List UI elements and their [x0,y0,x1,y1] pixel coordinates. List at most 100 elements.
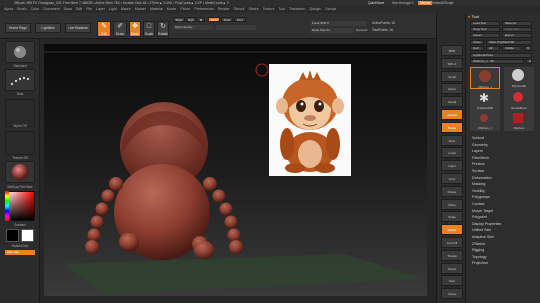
tool-section-display-properties[interactable]: Display Properties [466,221,540,228]
make-polymesh-button[interactable]: Make PolyMesh3D [486,40,532,45]
tool-section-morph-target[interactable]: Morph Target [466,208,540,215]
tool-section-subtool[interactable]: Subtool [466,135,540,142]
zadd-button[interactable]: Zadd [208,17,220,22]
tool-thumb-simplebrush[interactable]: SimpleBrush [504,89,534,111]
z-intensity-slider[interactable] [216,25,256,30]
tool-thumb-zsphere-1[interactable]: ZSphere_1 [470,67,500,89]
tool-section-visibility[interactable]: Visibility [466,188,540,195]
menu-zscript[interactable]: Zscript [325,7,336,11]
tray-lsym-button[interactable]: LSym [441,160,463,172]
menu-preferences[interactable]: Preferences [194,7,213,11]
lightbox-tools-button[interactable]: Lightbox▸Tools [470,53,532,58]
copy-tool-button[interactable]: Copy Tool [470,27,500,32]
all-button[interactable]: All [486,46,500,51]
tray-scroll-button[interactable]: Scroll [441,70,463,82]
tool-section-geometry[interactable]: Geometry [466,142,540,149]
tray-ghost-button[interactable]: Ghost [441,262,463,274]
alpha-off-button[interactable] [5,99,35,127]
tray-zoom-button[interactable]: Zoom [441,83,463,95]
menu-document[interactable]: Document [43,7,59,11]
goz-button[interactable]: GoZ [470,46,484,51]
rgb-button[interactable]: Rgb [186,17,196,22]
edit-button[interactable]: ✎ Edit [97,21,111,37]
dynamic-toggle[interactable]: Dynamic [356,28,368,33]
menu-macro[interactable]: Macro [121,7,131,11]
menu-render[interactable]: Render [218,7,230,11]
home-page-button[interactable]: Home Page [5,23,31,33]
tool-section-preview[interactable]: Preview [466,161,540,168]
zcut-button[interactable]: Zcut [234,17,246,22]
tray-frame-button[interactable]: Frame [441,185,463,197]
texture-off-button[interactable] [5,131,35,155]
standard-brush-button[interactable] [5,41,35,63]
tool-section-polypaint[interactable]: Polypaint [466,214,540,221]
menu-layer[interactable]: Layer [96,7,105,11]
load-tool-button[interactable]: Load Tool [470,21,500,26]
menu-movie[interactable]: Movie [167,7,177,11]
tool-thumb-zsphere3d[interactable]: ZSphere3D [504,67,534,89]
menu-brush[interactable]: Brush [17,7,26,11]
scale-button[interactable]: □ Scale [143,21,155,37]
zsphere-model[interactable] [85,102,243,260]
menu-zplugin[interactable]: Zplugin [309,7,321,11]
lightbox-button[interactable]: LightBox [35,23,61,33]
tool-section-fibermesh[interactable]: FiberMesh [466,155,540,162]
m-button[interactable]: M [197,17,205,22]
tool-thumb-zsphere[interactable]: ZSphere [504,111,534,131]
tray-floor-button[interactable]: Floor [441,134,463,146]
viewport-render[interactable] [44,44,427,296]
tray-transp-button[interactable]: Transp [441,249,463,261]
tool-section-zsketch[interactable]: ZSketch [466,241,540,248]
move-button[interactable]: ✥ Move [129,21,141,37]
tray-move-button[interactable]: Move [441,198,463,210]
menu-marker[interactable]: Marker [135,7,146,11]
tool-section-polygroups[interactable]: Polygroups [466,194,540,201]
tray-rotate-button[interactable]: Rotate [441,224,463,236]
menu-color[interactable]: Color [31,7,40,11]
r-button[interactable]: R [524,46,532,51]
menu-texture[interactable]: Texture [263,7,275,11]
live-boolean-button[interactable]: Live Boolean [65,23,91,33]
menu-draw[interactable]: Draw [64,7,72,11]
tray-bpr-button[interactable]: BPR [441,45,463,56]
menu-light[interactable]: Light [109,7,117,11]
menu-tool[interactable]: Tool [279,7,286,11]
paste-tool-button[interactable]: Paste Tool [502,27,532,32]
tool-section-deformation[interactable]: Deformation [466,175,540,182]
menu-picker[interactable]: Picker [180,7,190,11]
tray-spix-3-button[interactable]: SPix 3 [441,57,463,69]
tray-solo-button[interactable]: Solo [441,275,463,287]
rotate-button[interactable]: ↻ Rotate [157,21,169,37]
tool-section-layers[interactable]: Layers [466,148,540,155]
current-tool-slider[interactable]: ZSphere_1 . 86 [470,59,524,64]
draw-button[interactable]: ✐ Draw [113,21,127,37]
export-button[interactable]: Export [502,33,532,38]
tray-xpose-button[interactable]: Xpose [441,288,463,300]
tool-section-unified-skin[interactable]: Unified Skin [466,227,540,234]
stroke-dots-button[interactable] [5,69,35,91]
menus-toggle[interactable]: Menus [418,1,433,5]
clone-button[interactable]: Clone [470,40,484,45]
zsub-button[interactable]: Zsub [221,17,233,22]
material-button[interactable] [5,161,35,183]
tray-aahalf-button[interactable]: AAHalf [441,109,463,120]
tray-scale-button[interactable]: Scale [441,211,463,223]
tray-line-fill-button[interactable]: Line Fill [441,237,463,248]
color-picker[interactable] [5,191,35,221]
primary-color-swatch[interactable] [6,229,19,242]
tool-section-projection[interactable]: Projection [466,260,540,267]
tray-local-button[interactable]: Local [441,147,463,159]
tool-section-topology[interactable]: Topology [466,254,540,261]
reference-image[interactable] [269,64,351,176]
visible-button[interactable]: Visible [502,46,522,51]
tool-thumb-polymesh3d[interactable]: ✱ PolyMesh3D [470,89,500,111]
menu-stroke[interactable]: Stroke [248,7,258,11]
focal-shift-slider[interactable]: Focal Shift 0 [310,21,366,26]
tool-section-rigging[interactable]: Rigging [466,247,540,254]
mrgb-button[interactable]: Mrgb [173,17,185,22]
rgb-intensity-slider[interactable]: Rgb Intensity [173,25,213,30]
r2-button[interactable]: R [526,59,532,64]
tool-thumb-zsphere-1b[interactable]: ZSphere_1 [470,111,500,131]
tool-section-adaptive-skin[interactable]: Adaptive Skin [466,234,540,241]
tray-actual-button[interactable]: Actual [441,96,463,108]
